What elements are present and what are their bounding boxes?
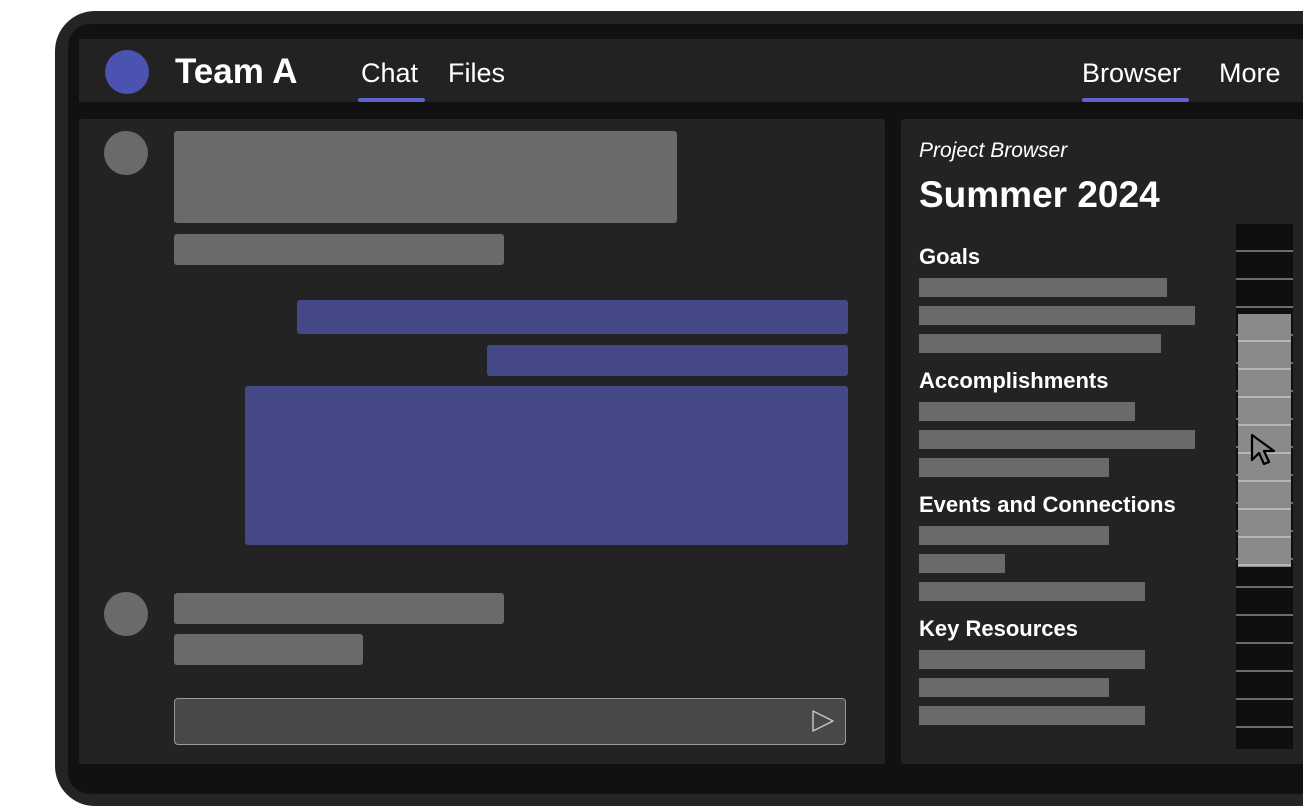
tab-more[interactable]: More — [1219, 58, 1281, 89]
tab-chat[interactable]: Chat — [361, 58, 418, 89]
outgoing-message-bubble — [297, 300, 848, 334]
team-avatar[interactable] — [105, 50, 149, 94]
browser-title: Summer 2024 — [919, 174, 1160, 215]
content-line — [919, 334, 1161, 353]
sender-avatar[interactable] — [104, 131, 148, 175]
content-line — [919, 678, 1109, 697]
content-line — [919, 278, 1167, 297]
tab-files[interactable]: Files — [448, 58, 505, 89]
incoming-message-bubble — [174, 234, 504, 265]
sender-avatar[interactable] — [104, 592, 148, 636]
section-heading-accomplishments: Accomplishments — [919, 368, 1109, 393]
section-heading-key-resources: Key Resources — [919, 616, 1078, 641]
section-heading-goals: Goals — [919, 244, 981, 269]
content-line — [919, 306, 1195, 325]
content-line — [919, 526, 1109, 545]
section-heading-events: Events and Connections — [919, 492, 1176, 517]
browser-subtitle: Project Browser — [919, 139, 1068, 162]
outgoing-message-bubble — [487, 345, 848, 376]
team-name: Team A — [175, 52, 298, 91]
incoming-message-bubble — [174, 634, 363, 665]
tab-browser[interactable]: Browser — [1082, 58, 1181, 89]
mouse-cursor-icon — [1250, 433, 1276, 466]
content-line — [919, 582, 1145, 601]
content-line — [919, 458, 1109, 477]
content-line — [919, 402, 1135, 421]
send-icon[interactable] — [811, 709, 835, 733]
tab-chat-underline — [358, 98, 425, 102]
content-line — [919, 430, 1195, 449]
message-input[interactable] — [174, 698, 846, 745]
incoming-message-bubble — [174, 131, 677, 223]
content-line — [919, 554, 1005, 573]
content-line — [919, 650, 1145, 669]
incoming-message-bubble — [174, 593, 504, 624]
content-line — [919, 706, 1145, 725]
tab-browser-underline — [1082, 98, 1189, 102]
outgoing-message-bubble — [245, 386, 848, 545]
